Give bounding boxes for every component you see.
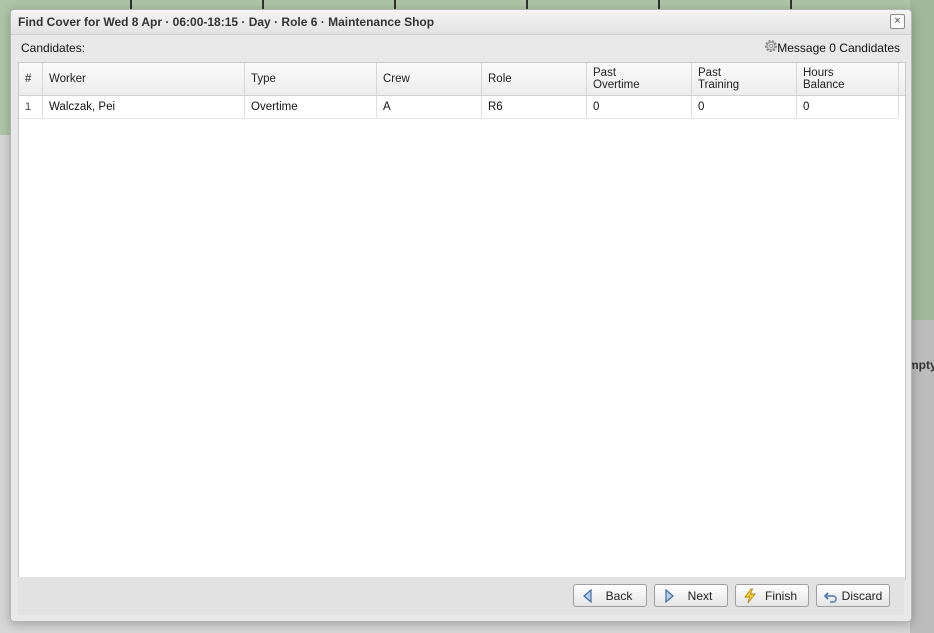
- discard-button-label: Discard: [841, 589, 883, 603]
- table-row[interactable]: 1 Walczak, Pei Overtime A R6 0 0 0: [19, 96, 899, 119]
- message-candidates-button[interactable]: Message 0 Candidates: [777, 41, 900, 55]
- dialog-toolbar: Candidates: Message 0 Candidates: [11, 35, 911, 59]
- hours-balance-cell: 0: [797, 96, 899, 118]
- find-cover-dialog: Find Cover for Wed 8 Apr · 06:00-18:15 ·…: [10, 9, 912, 622]
- next-button[interactable]: Next: [654, 584, 728, 607]
- back-button-label: Back: [605, 589, 633, 603]
- finish-button[interactable]: Finish: [735, 584, 809, 607]
- column-header-worker[interactable]: Worker: [43, 63, 245, 95]
- past-training-cell: 0: [692, 96, 797, 118]
- crew-cell: A: [377, 96, 482, 118]
- close-button[interactable]: ×: [890, 14, 905, 29]
- row-index: 1: [19, 96, 43, 118]
- type-cell: Overtime: [245, 96, 377, 118]
- column-header-index[interactable]: #: [19, 63, 43, 95]
- past-overtime-cell: 0: [587, 96, 692, 118]
- table-header: # Worker Type Crew Role Past Overtime Pa…: [19, 63, 905, 96]
- finish-button-label: Finish: [764, 589, 797, 603]
- worker-cell: Walczak, Pei: [43, 96, 245, 118]
- dialog-title: Find Cover for Wed 8 Apr · 06:00-18:15 ·…: [18, 15, 435, 29]
- column-header-role[interactable]: Role: [482, 63, 587, 95]
- next-button-label: Next: [687, 589, 713, 603]
- column-header-type[interactable]: Type: [245, 63, 377, 95]
- dialog-footer: Back Next Finish Discard: [18, 577, 904, 615]
- background-right-schedule: [910, 0, 934, 320]
- column-header-crew[interactable]: Crew: [377, 63, 482, 95]
- role-cell: R6: [482, 96, 587, 118]
- candidates-label: Candidates:: [21, 41, 86, 55]
- candidates-table: # Worker Type Crew Role Past Overtime Pa…: [18, 62, 906, 580]
- column-header-past-overtime[interactable]: Past Overtime: [587, 63, 692, 95]
- close-icon: ×: [894, 15, 901, 27]
- column-header-hours-balance[interactable]: Hours Balance: [797, 63, 899, 95]
- discard-button[interactable]: Discard: [816, 584, 890, 607]
- column-header-past-training[interactable]: Past Training: [692, 63, 797, 95]
- dialog-header: Find Cover for Wed 8 Apr · 06:00-18:15 ·…: [11, 10, 911, 35]
- back-button[interactable]: Back: [573, 584, 647, 607]
